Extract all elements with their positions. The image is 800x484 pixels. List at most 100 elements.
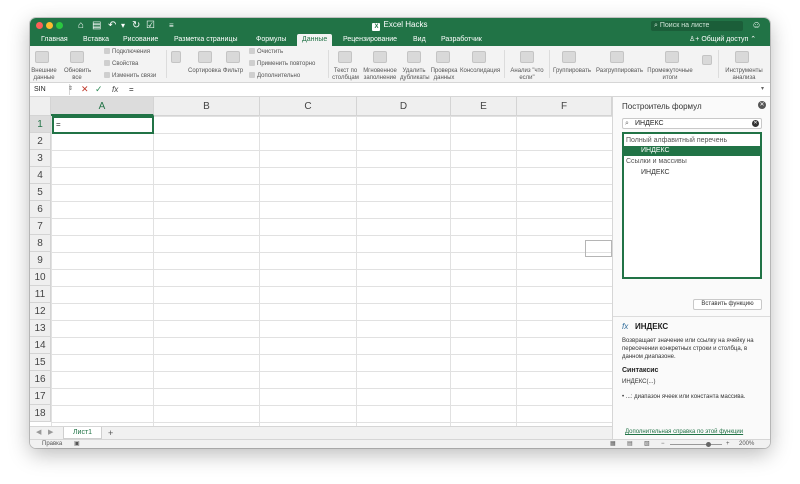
sort-button[interactable]: Сортировка — [188, 68, 221, 75]
confirm-formula-icon[interactable]: ✓ — [95, 84, 103, 95]
advanced-button[interactable]: Дополнительно — [249, 72, 300, 80]
formula-input[interactable]: = — [129, 84, 134, 95]
tab-data[interactable]: Данные — [297, 34, 333, 46]
insert-function-icon[interactable]: fx — [112, 84, 118, 95]
normal-view-icon[interactable]: ▦ — [610, 440, 616, 448]
row-header-16[interactable]: 16 — [30, 371, 51, 388]
analysis-tools-button[interactable]: Инструменты анализа — [722, 68, 766, 82]
close-panel-icon[interactable]: ✕ — [758, 101, 766, 109]
row-header-13[interactable]: 13 — [30, 320, 51, 337]
clear-button[interactable]: Очистить — [249, 48, 283, 56]
row-header-5[interactable]: 5 — [30, 184, 51, 201]
row-header-17[interactable]: 17 — [30, 388, 51, 405]
list-item[interactable]: ИНДЕКС — [624, 168, 760, 178]
row-header-3[interactable]: 3 — [30, 150, 51, 167]
tab-developer[interactable]: Разработчик — [441, 34, 482, 46]
page-layout-view-icon[interactable]: ▤ — [627, 440, 633, 448]
expand-formula-bar-icon[interactable]: ▾ — [761, 85, 764, 92]
tab-view[interactable]: Вид — [413, 34, 426, 46]
worksheet-grid[interactable]: A B C D E F 1 2 3 4 5 6 7 8 9 10 11 12 1… — [30, 97, 612, 426]
row-header-1[interactable]: 1 — [30, 116, 51, 133]
cell-area[interactable] — [51, 116, 612, 426]
next-sheet-icon[interactable]: ▶ — [48, 427, 53, 439]
tab-home[interactable]: Главная — [41, 34, 68, 46]
column-header-e[interactable]: E — [451, 97, 517, 116]
list-item-selected[interactable]: ИНДЕКС — [624, 146, 760, 156]
subtotal-icon — [665, 51, 679, 63]
account-icon[interactable]: ☺ — [751, 20, 762, 31]
panel-divider — [613, 316, 770, 317]
refresh-all-button[interactable]: Обновить все — [64, 68, 91, 82]
column-line — [259, 116, 260, 426]
row-header-6[interactable]: 6 — [30, 201, 51, 218]
clear-search-icon[interactable]: ✕ — [752, 120, 759, 127]
column-header-a[interactable]: A — [51, 97, 154, 116]
connections-icon — [104, 48, 110, 54]
row-header-11[interactable]: 11 — [30, 286, 51, 303]
argument-description: • ...: диапазон ячеек или константа масс… — [622, 394, 746, 400]
row-header-7[interactable]: 7 — [30, 218, 51, 235]
what-if-button[interactable]: Анализ "что если" — [508, 68, 546, 82]
row-header-10[interactable]: 10 — [30, 269, 51, 286]
connections-button[interactable]: Подключения — [104, 48, 150, 56]
zoom-slider-handle[interactable] — [706, 442, 711, 447]
help-link[interactable]: Дополнительная справка по этой функции — [625, 429, 743, 435]
group-button[interactable]: Группировать — [552, 68, 592, 75]
function-search-input[interactable]: ⌕ ИНДЕКС ✕ — [622, 118, 762, 129]
formula-builder-panel: Построитель формул ✕ ⌕ ИНДЕКС ✕ Полный а… — [612, 97, 770, 439]
column-header-d[interactable]: D — [357, 97, 451, 116]
sheet-search-input[interactable]: ⌕ Поиск на листе — [651, 21, 743, 31]
insert-function-button[interactable]: Вставить функцию — [693, 299, 762, 310]
list-category[interactable]: Ссылки и массивы — [624, 157, 760, 167]
row-header-15[interactable]: 15 — [30, 354, 51, 371]
data-validation-button[interactable]: Проверка данных — [430, 68, 458, 82]
share-button[interactable]: ♙+ Общий доступ ⌃ — [689, 34, 756, 46]
row-header-12[interactable]: 12 — [30, 303, 51, 320]
row-header-18[interactable]: 18 — [30, 405, 51, 422]
tab-page-layout[interactable]: Разметка страницы — [174, 34, 238, 46]
column-header-c[interactable]: C — [260, 97, 357, 116]
tab-draw[interactable]: Рисование — [123, 34, 158, 46]
column-header-b[interactable]: B — [154, 97, 260, 116]
tab-formulas[interactable]: Формулы — [256, 34, 286, 46]
column-line — [356, 116, 357, 426]
add-sheet-button[interactable]: + — [108, 427, 113, 439]
subtotal-button[interactable]: Промежуточные итоги — [642, 68, 698, 82]
show-detail-icon[interactable] — [702, 55, 712, 65]
macro-record-icon[interactable]: ▣ — [74, 440, 80, 448]
tab-review[interactable]: Рецензирование — [343, 34, 397, 46]
prev-sheet-icon[interactable]: ◀ — [36, 427, 41, 439]
name-box[interactable]: SIN — [32, 84, 70, 95]
zoom-level[interactable]: 200% — [739, 440, 754, 448]
row-header-2[interactable]: 2 — [30, 133, 51, 150]
zoom-slider[interactable] — [670, 444, 722, 445]
search-icon: ⌕ — [625, 120, 629, 127]
tab-insert[interactable]: Вставка — [83, 34, 109, 46]
active-cell-a1[interactable]: = — [52, 116, 154, 134]
sort-az-icon[interactable] — [171, 51, 181, 63]
get-data-button[interactable]: Внешние данные — [31, 68, 57, 82]
flash-fill-button[interactable]: Мгновенное заполнение — [362, 68, 398, 82]
text-to-columns-button[interactable]: Текст по столбцам — [332, 68, 359, 82]
page-break-view-icon[interactable]: ▧ — [644, 440, 650, 448]
reapply-button[interactable]: Применить повторно — [249, 60, 315, 68]
edit-links-button[interactable]: Изменить связи — [104, 72, 156, 80]
remove-duplicates-button[interactable]: Удалить дубликаты — [400, 68, 430, 82]
list-category[interactable]: Полный алфавитный перечень — [624, 136, 760, 146]
zoom-out-icon[interactable]: − — [661, 440, 665, 448]
row-header-9[interactable]: 9 — [30, 252, 51, 269]
function-list[interactable]: Полный алфавитный перечень ИНДЕКС Ссылки… — [622, 132, 762, 279]
properties-button[interactable]: Свойства — [104, 60, 138, 68]
column-header-f[interactable]: F — [517, 97, 612, 116]
filter-button[interactable]: Фильтр — [221, 68, 245, 75]
row-header-8[interactable]: 8 — [30, 235, 51, 252]
row-header-4[interactable]: 4 — [30, 167, 51, 184]
consolidate-button[interactable]: Консолидация — [460, 68, 500, 75]
zoom-in-icon[interactable]: + — [726, 440, 730, 448]
cancel-formula-icon[interactable]: ✕ — [81, 84, 89, 95]
row-header-14[interactable]: 14 — [30, 337, 51, 354]
ungroup-button[interactable]: Разгруппировать — [596, 68, 643, 75]
select-all-corner[interactable] — [30, 97, 51, 116]
sheet-tab-1[interactable]: Лист1 — [63, 427, 102, 439]
name-box-dropdown-icon[interactable]: ⇕ — [68, 85, 73, 92]
